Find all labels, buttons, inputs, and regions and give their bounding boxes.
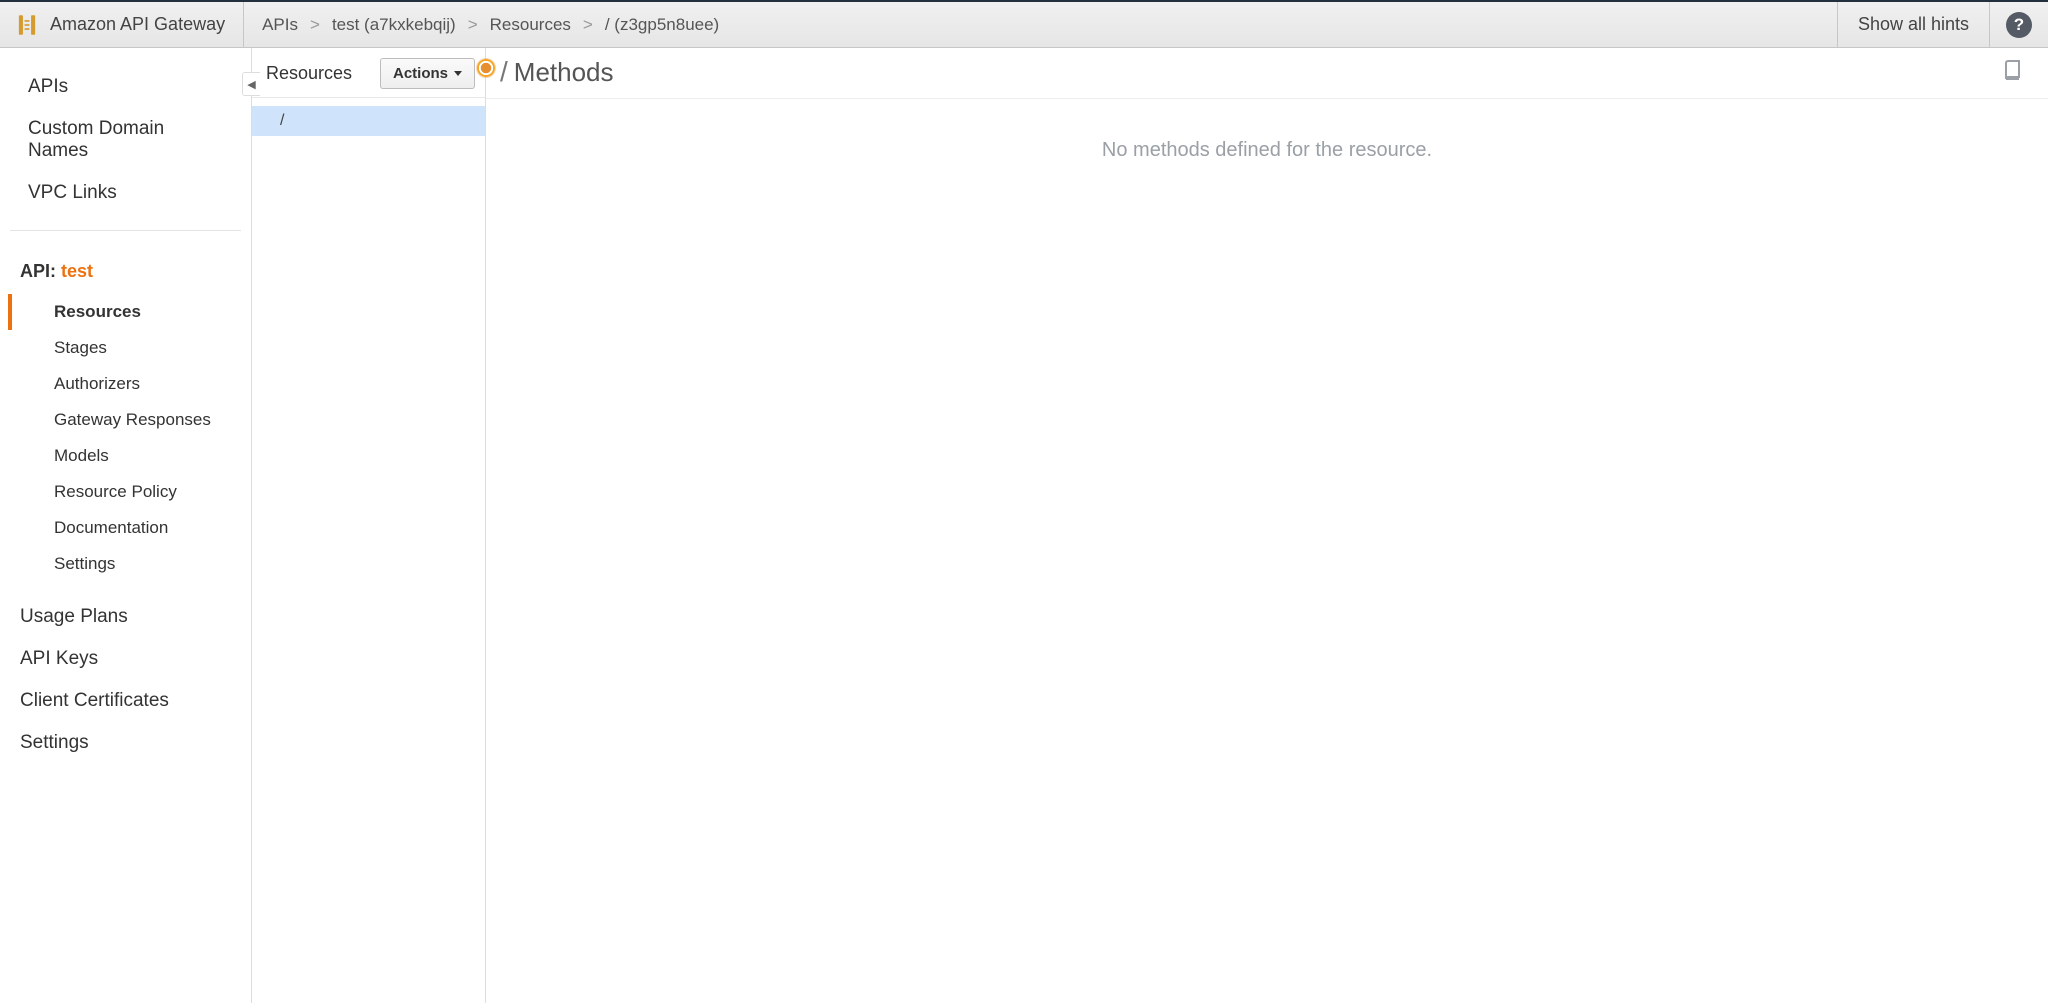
documentation-icon[interactable] (2002, 58, 2026, 87)
sidebar-item-resource-policy[interactable]: Resource Policy (8, 474, 251, 510)
resources-panel-header: Resources Actions (252, 48, 485, 98)
sidebar-item-vpc-links[interactable]: VPC Links (8, 172, 243, 214)
sidebar-item-gateway-responses[interactable]: Gateway Responses (8, 402, 251, 438)
sidebar-item-models[interactable]: Models (8, 438, 251, 474)
sidebar-item-apis[interactable]: APIs (8, 66, 243, 108)
body: APIs Custom Domain Names VPC Links API: … (0, 48, 2048, 1003)
collapse-sidebar-handle[interactable]: ◀ (242, 72, 260, 96)
breadcrumb-separator: > (468, 15, 478, 35)
topbar-right: Show all hints ? (1837, 2, 2048, 47)
sidebar-divider (10, 230, 241, 231)
actions-dropdown-button[interactable]: Actions (380, 58, 475, 89)
sidebar: APIs Custom Domain Names VPC Links API: … (0, 48, 252, 1003)
sidebar-item-settings[interactable]: Settings (0, 722, 251, 764)
help-button[interactable]: ? (1989, 2, 2048, 47)
topbar: Amazon API Gateway APIs > test (a7kxkebq… (0, 0, 2048, 48)
sidebar-item-api-keys[interactable]: API Keys (0, 638, 251, 680)
caret-down-icon (454, 71, 462, 76)
sidebar-item-documentation[interactable]: Documentation (8, 510, 251, 546)
sidebar-api-header: API: test (0, 255, 251, 294)
chevron-left-icon: ◀ (247, 78, 255, 91)
api-prefix: API: (20, 261, 61, 281)
page-title: / Methods (500, 56, 614, 88)
breadcrumb-separator: > (583, 15, 593, 35)
sidebar-item-stages[interactable]: Stages (8, 330, 251, 366)
api-gateway-logo-icon (14, 12, 40, 38)
service-name: Amazon API Gateway (50, 14, 225, 35)
hints-label: Show all hints (1858, 14, 1969, 35)
service-brand[interactable]: Amazon API Gateway (0, 2, 244, 47)
panel-resize-handle-icon[interactable] (477, 59, 495, 77)
breadcrumb-separator: > (310, 15, 320, 35)
resources-panel-title: Resources (266, 63, 352, 84)
main-panel: / Methods No methods defined for the res… (486, 48, 2048, 1003)
actions-label: Actions (393, 65, 448, 82)
api-name[interactable]: test (61, 261, 93, 281)
empty-state-text: No methods defined for the resource. (486, 99, 2048, 1003)
sidebar-item-api-settings[interactable]: Settings (8, 546, 251, 582)
show-all-hints-button[interactable]: Show all hints (1837, 2, 1989, 47)
breadcrumb-resource-id[interactable]: / (z3gp5n8uee) (605, 15, 719, 35)
sidebar-item-resources[interactable]: Resources (8, 294, 251, 330)
sidebar-item-authorizers[interactable]: Authorizers (8, 366, 251, 402)
breadcrumb-resources[interactable]: Resources (490, 15, 571, 35)
sidebar-item-client-certificates[interactable]: Client Certificates (0, 680, 251, 722)
title-text: Methods (514, 57, 614, 88)
breadcrumb-api[interactable]: test (a7kxkebqij) (332, 15, 456, 35)
resource-tree: / (252, 98, 485, 144)
sidebar-item-usage-plans[interactable]: Usage Plans (0, 596, 251, 638)
resources-panel: ◀ Resources Actions / (252, 48, 486, 1003)
help-icon: ? (2006, 12, 2032, 38)
main-header: / Methods (486, 48, 2048, 99)
sidebar-item-custom-domain-names[interactable]: Custom Domain Names (8, 108, 243, 172)
title-slash: / (500, 56, 508, 88)
breadcrumbs: APIs > test (a7kxkebqij) > Resources > /… (244, 2, 1837, 47)
breadcrumb-apis[interactable]: APIs (262, 15, 298, 35)
resource-tree-root[interactable]: / (252, 106, 485, 136)
